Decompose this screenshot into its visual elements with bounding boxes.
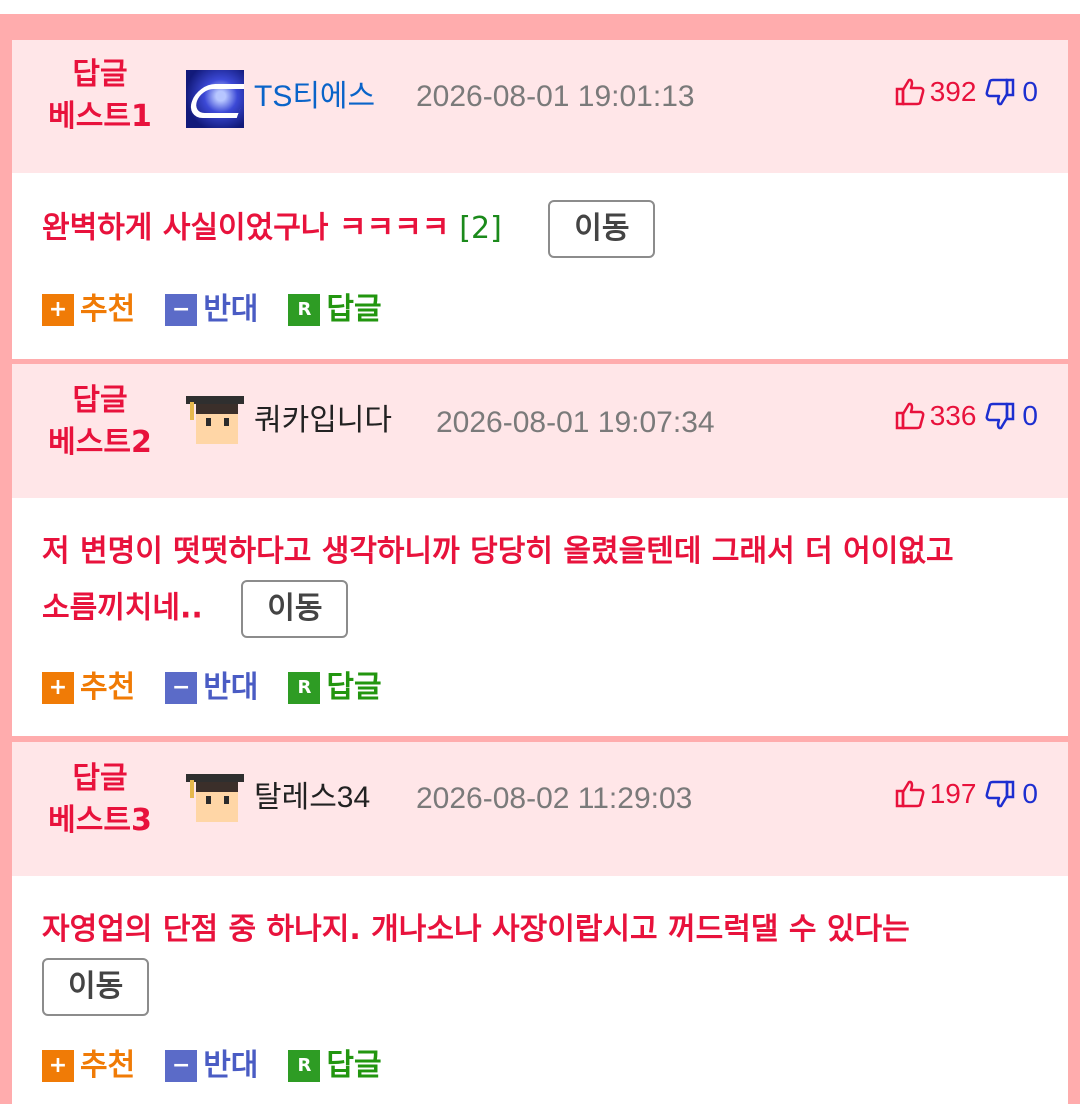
reply-r-icon: R bbox=[288, 294, 321, 326]
minus-icon: − bbox=[165, 1050, 198, 1082]
vote-summary: 197 0 bbox=[894, 776, 1038, 812]
minus-icon: − bbox=[165, 294, 198, 326]
downvote-count: 0 bbox=[1022, 400, 1038, 431]
downvote-count: 0 bbox=[1022, 76, 1038, 107]
minus-icon: − bbox=[165, 672, 198, 704]
best-reply-badge: 답글 베스트1 bbox=[42, 54, 158, 138]
reply-button[interactable]: R 답글 bbox=[288, 1046, 382, 1086]
plus-icon: + bbox=[42, 294, 74, 326]
move-button[interactable]: 이동 bbox=[42, 958, 150, 1016]
best-badge-line2: 베스트1 bbox=[48, 99, 152, 134]
comment-datetime: 2026-08-02 11:29:03 bbox=[416, 782, 693, 815]
plus-icon: + bbox=[42, 1050, 74, 1082]
comment-datetime: 2026-08-01 19:07:34 bbox=[436, 406, 715, 439]
best-reply-list: 답글 베스트1 TS티에스 2026-08-01 19:01:13 392 0 … bbox=[0, 0, 1080, 1118]
thumbs-up-icon bbox=[894, 76, 926, 108]
oppose-button[interactable]: − 반대 bbox=[165, 290, 258, 330]
oppose-button[interactable]: − 반대 bbox=[165, 1046, 258, 1086]
recommend-label: 추천 bbox=[80, 1048, 136, 1083]
reply-button[interactable]: R 답글 bbox=[288, 290, 382, 330]
reply-count: [2] bbox=[459, 210, 502, 246]
comment-text-line-2: 소름끼치네.. bbox=[42, 590, 203, 626]
recommend-button[interactable]: + 추천 bbox=[42, 290, 135, 330]
recommend-button[interactable]: + 추천 bbox=[42, 1046, 135, 1086]
recommend-button[interactable]: + 추천 bbox=[42, 668, 135, 708]
reply-r-icon: R bbox=[288, 672, 321, 704]
upvote-count: 392 bbox=[929, 76, 977, 107]
vote-summary: 336 0 bbox=[894, 398, 1038, 434]
reply-r-icon: R bbox=[288, 1050, 321, 1082]
upvote-count: 197 bbox=[929, 778, 977, 809]
best-reply-badge: 답글 베스트3 bbox=[42, 758, 158, 842]
nickname-link[interactable]: 탈레스34 bbox=[254, 778, 370, 818]
comment-actions: + 추천 − 반대 R 답글 bbox=[42, 668, 382, 708]
recommend-label: 추천 bbox=[80, 292, 136, 327]
move-button[interactable]: 이동 bbox=[241, 580, 349, 638]
oppose-label: 반대 bbox=[203, 670, 259, 705]
oppose-label: 반대 bbox=[203, 292, 259, 327]
nickname-link[interactable]: TS티에스 bbox=[254, 77, 375, 117]
thumbs-down-icon bbox=[984, 778, 1016, 810]
reply-label: 답글 bbox=[326, 1048, 382, 1083]
comment-text-line-1: 저 변명이 떳떳하다고 생각하니까 당당히 올렸을텐데 그래서 더 어이없고 bbox=[42, 534, 954, 569]
best-badge-line2: 베스트3 bbox=[48, 803, 152, 838]
ts-logo-avatar-icon[interactable] bbox=[186, 70, 244, 128]
best-badge-line1: 답글 bbox=[72, 383, 128, 418]
comment-body: 자영업의 단점 중 하나지. 개나소나 사장이랍시고 꺼드럭댈 수 있다는 이동 bbox=[42, 902, 1052, 1016]
vote-summary: 392 0 bbox=[894, 74, 1038, 110]
recommend-label: 추천 bbox=[80, 670, 136, 705]
move-row: 이동 bbox=[42, 958, 1052, 1016]
comment-text: 자영업의 단점 중 하나지. 개나소나 사장이랍시고 꺼드럭댈 수 있다는 bbox=[42, 912, 910, 947]
plus-icon: + bbox=[42, 672, 74, 704]
best-comment-3: 답글 베스트3 탈레스34 2026-08-02 11:29:03 197 0 … bbox=[12, 742, 1068, 1118]
move-button[interactable]: 이동 bbox=[548, 200, 656, 258]
thumbs-up-icon bbox=[894, 778, 926, 810]
best-reply-badge: 답글 베스트2 bbox=[42, 380, 158, 464]
oppose-button[interactable]: − 반대 bbox=[165, 668, 258, 708]
best-comment-2: 답글 베스트2 쿼카입니다 2026-08-01 19:07:34 336 0 … bbox=[12, 364, 1068, 736]
comment-text: 완벽하게 사실이었구나 ㅋㅋㅋㅋ bbox=[42, 210, 450, 246]
graduate-avatar-icon[interactable] bbox=[186, 392, 244, 450]
comment-datetime: 2026-08-01 19:01:13 bbox=[416, 80, 695, 113]
reply-label: 답글 bbox=[326, 670, 382, 705]
comment-body: 완벽하게 사실이었구나 ㅋㅋㅋㅋ [2] 이동 bbox=[42, 200, 1052, 258]
best-badge-line2: 베스트2 bbox=[48, 425, 152, 460]
thumbs-down-icon bbox=[984, 76, 1016, 108]
reply-button[interactable]: R 답글 bbox=[288, 668, 382, 708]
upvote-count: 336 bbox=[929, 400, 977, 431]
downvote-count: 0 bbox=[1022, 778, 1038, 809]
reply-label: 답글 bbox=[326, 292, 382, 327]
comment-actions: + 추천 − 반대 R 답글 bbox=[42, 290, 382, 330]
comment-actions: + 추천 − 반대 R 답글 bbox=[42, 1046, 382, 1086]
comment-body: 저 변명이 떳떳하다고 생각하니까 당당히 올렸을텐데 그래서 더 어이없고 소… bbox=[42, 524, 1052, 638]
best-comment-1: 답글 베스트1 TS티에스 2026-08-01 19:01:13 392 0 … bbox=[12, 40, 1068, 359]
best-badge-line1: 답글 bbox=[72, 761, 128, 796]
oppose-label: 반대 bbox=[203, 1048, 259, 1083]
nickname-link[interactable]: 쿼카입니다 bbox=[254, 401, 392, 441]
thumbs-down-icon bbox=[984, 400, 1016, 432]
comment-text-line-2-row: 소름끼치네.. 이동 bbox=[42, 580, 1052, 638]
best-badge-line1: 답글 bbox=[72, 57, 128, 92]
thumbs-up-icon bbox=[894, 400, 926, 432]
graduate-avatar-icon[interactable] bbox=[186, 770, 244, 828]
